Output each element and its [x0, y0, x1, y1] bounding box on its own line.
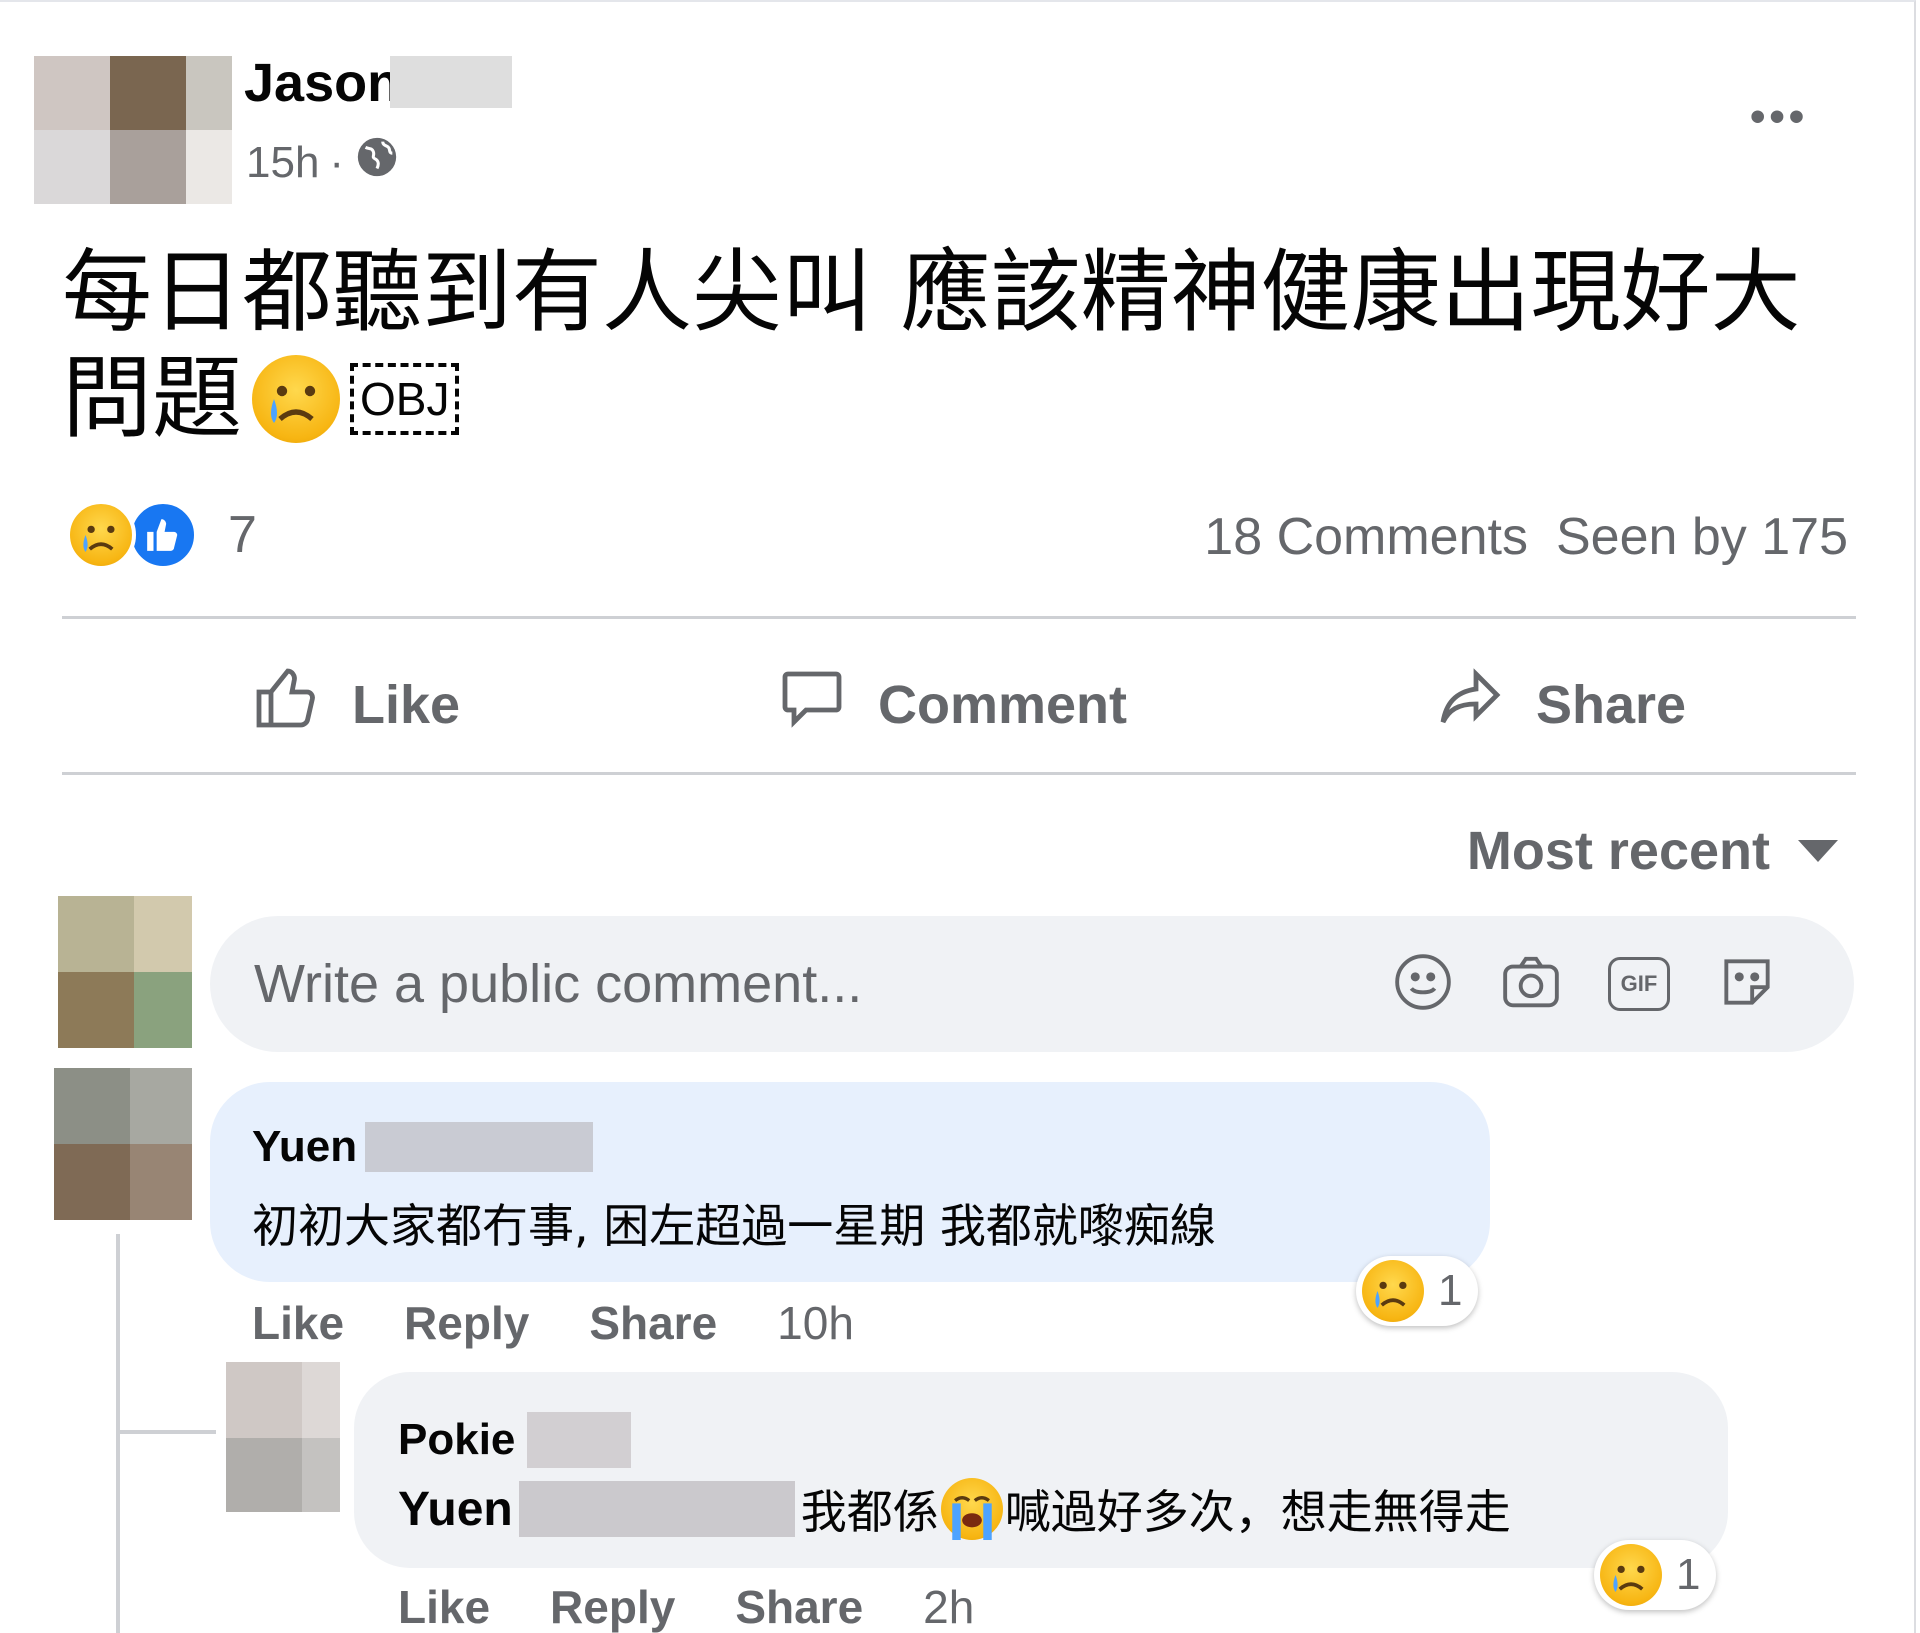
commenter-avatar[interactable]: [54, 1068, 192, 1220]
reply-time[interactable]: 2h: [923, 1580, 974, 1633]
post-card: Jason 15h · ••• 每日都聽到有人尖叫 應該精神健康出現好大 問題 …: [0, 0, 1916, 1633]
post-timestamp[interactable]: 15h: [246, 138, 319, 188]
comment-button[interactable]: Comment: [776, 662, 1127, 747]
redacted-surname: [390, 56, 512, 108]
reply-reaction-count: 1: [1676, 1550, 1701, 1599]
redacted-surname: [365, 1122, 594, 1172]
mention-tag[interactable]: Yuen: [398, 1482, 513, 1537]
comment-button-label: Comment: [878, 674, 1128, 735]
share-arrow-icon: [1434, 662, 1506, 747]
loudly-crying-emoji-icon: [940, 1478, 1003, 1540]
like-button-label: Like: [352, 674, 461, 735]
reply-text-before: 我都係: [800, 1485, 939, 1539]
comment-bubble: Yuen 初初大家都冇事, 困左超過一星期 我都就嚟痴線: [210, 1082, 1490, 1282]
seen-by-count[interactable]: Seen by 175: [1556, 507, 1848, 567]
composer-icons: GIF: [1392, 951, 1778, 1018]
sticker-icon[interactable]: [1716, 951, 1778, 1018]
speech-bubble-icon: [776, 662, 848, 747]
like-button[interactable]: Like: [250, 662, 460, 747]
gif-icon[interactable]: GIF: [1608, 957, 1670, 1011]
comments-count[interactable]: 18 Comments: [1204, 507, 1528, 567]
post-stats: 18 Comments Seen by 175: [1204, 507, 1848, 567]
reaction-count[interactable]: 7: [228, 505, 257, 565]
divider-top: [62, 616, 1856, 619]
redacted-mention-surname: [518, 1481, 795, 1537]
post-text-line2-wrap: 問題 OBJ: [62, 346, 1862, 452]
comment-actions: Like Reply Share 10h: [252, 1296, 854, 1350]
post-text: 每日都聽到有人尖叫 應該精神健康出現好大 問題 OBJ: [62, 240, 1862, 452]
comment-reaction-badge[interactable]: 1: [1356, 1256, 1479, 1326]
author-name[interactable]: Jason: [244, 52, 400, 114]
thumbs-up-icon: [250, 662, 322, 747]
reply-author[interactable]: Pokie: [398, 1412, 632, 1468]
emoji-icon[interactable]: [1392, 951, 1454, 1018]
crying-emoji-icon: [1600, 1544, 1662, 1606]
comment-composer[interactable]: GIF: [210, 916, 1854, 1052]
crying-emoji-icon: [252, 355, 340, 443]
reply-like-link[interactable]: Like: [398, 1580, 490, 1633]
comment-like-link[interactable]: Like: [252, 1296, 344, 1350]
share-button-label: Share: [1536, 674, 1687, 735]
caret-down-icon: [1798, 840, 1838, 862]
comment-author[interactable]: Yuen: [252, 1122, 594, 1172]
viewer-avatar: [58, 896, 192, 1048]
redacted-surname: [527, 1412, 632, 1468]
thread-branch: [120, 1430, 216, 1434]
comment-sort-label: Most recent: [1466, 821, 1770, 881]
crying-emoji-icon: [1362, 1260, 1424, 1322]
comment-text: 初初大家都冇事, 困左超過一星期 我都就嚟痴線: [252, 1199, 1216, 1253]
reply-body: Yuen 我都係 喊過好多次，想走無得走: [398, 1476, 1511, 1542]
reply-reaction-badge[interactable]: 1: [1594, 1540, 1717, 1610]
comment-time[interactable]: 10h: [777, 1296, 854, 1350]
meta-separator: ·: [329, 137, 345, 187]
comment-reply-link[interactable]: Reply: [404, 1296, 529, 1350]
globe-icon: [354, 134, 400, 191]
post-meta: 15h ·: [246, 134, 400, 191]
reply-avatar[interactable]: [226, 1362, 340, 1512]
post-text-line2: 問題: [62, 346, 242, 451]
reply-reply-link[interactable]: Reply: [550, 1580, 675, 1633]
reply-bubble: Pokie Yuen 我都係 喊過好多次，想走無得走: [354, 1372, 1728, 1568]
comment-reaction-count: 1: [1438, 1266, 1463, 1315]
reply-share-link[interactable]: Share: [735, 1580, 863, 1633]
more-options-icon[interactable]: •••: [1750, 92, 1808, 142]
reaction-summary[interactable]: 7: [66, 500, 257, 570]
author-avatar[interactable]: [34, 56, 232, 204]
crying-emoji-icon: [66, 500, 136, 570]
object-replacement-glyph: OBJ: [350, 363, 460, 435]
reply-text-after: 喊過好多次，想走無得走: [1004, 1485, 1511, 1539]
post-text-line1: 每日都聽到有人尖叫 應該精神健康出現好大: [62, 240, 1801, 345]
like-reaction-icon: [128, 500, 198, 570]
share-button[interactable]: Share: [1434, 662, 1686, 747]
comment-input[interactable]: [254, 953, 1374, 1015]
reply-actions: Like Reply Share 2h: [398, 1580, 974, 1633]
divider-bottom: [62, 772, 1856, 775]
comment-sort-dropdown[interactable]: Most recent: [1467, 820, 1838, 882]
camera-icon[interactable]: [1500, 951, 1562, 1018]
comment-share-link[interactable]: Share: [589, 1296, 717, 1350]
